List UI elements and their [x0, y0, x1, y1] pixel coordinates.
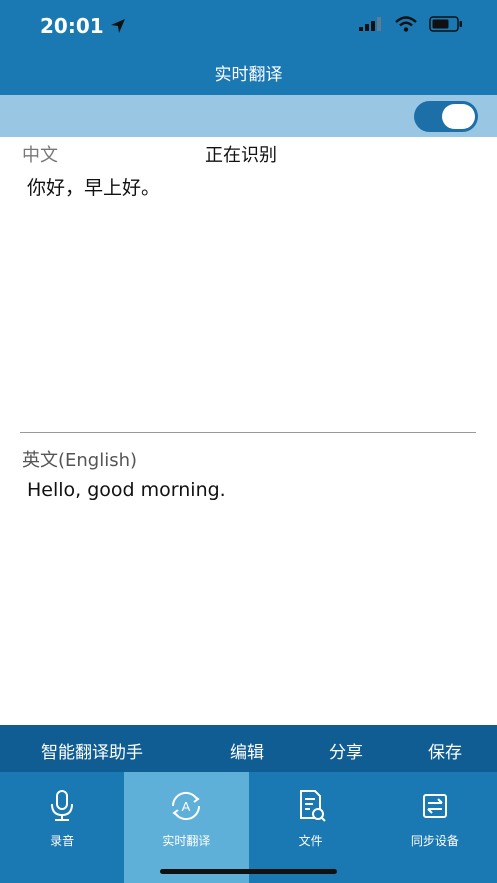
save-button[interactable]: 保存 [428, 738, 462, 763]
source-text: 你好，早上好。 [27, 177, 161, 199]
tab-record[interactable]: 录音 [0, 772, 124, 883]
toggle-knob [442, 104, 475, 129]
translated-text: Hello, good morning. [27, 479, 226, 501]
recognition-status: 正在识别 [205, 145, 277, 166]
tab-bar: 录音 A 实时翻译 文件 同步设备 [0, 772, 497, 883]
location-arrow-icon [110, 19, 125, 33]
tab-realtime-translate[interactable]: A 实时翻译 [124, 772, 249, 883]
page-title: 实时翻译 [214, 65, 283, 85]
battery-icon [429, 16, 462, 32]
tab-files[interactable]: 文件 [249, 772, 373, 883]
signal-icon [359, 17, 381, 31]
microphone-icon [51, 790, 74, 821]
toggle-bar [0, 95, 497, 137]
home-indicator [160, 869, 337, 874]
share-button[interactable]: 分享 [329, 738, 363, 763]
file-search-icon [299, 790, 326, 822]
status-indicators [359, 16, 463, 32]
divider [20, 432, 476, 433]
tab-label: 录音 [50, 834, 75, 848]
status-time: 20:01 [40, 14, 126, 38]
action-bar: 智能翻译助手 编辑 分享 保存 [0, 725, 497, 772]
tab-sync-device[interactable]: 同步设备 [373, 772, 497, 883]
clock: 20:01 [40, 14, 104, 38]
target-language-label[interactable]: 英文(English) [22, 446, 137, 472]
realtime-toggle[interactable] [414, 101, 478, 132]
sync-icon [422, 794, 447, 818]
tab-label: 同步设备 [410, 834, 459, 848]
header: 20:01 实时翻译 [0, 0, 497, 95]
wifi-icon [395, 16, 417, 32]
realtime-translate-icon: A [172, 791, 201, 821]
edit-button[interactable]: 编辑 [230, 738, 264, 763]
tab-label: 实时翻译 [162, 834, 211, 848]
source-language-label[interactable]: 中文 [22, 141, 58, 167]
svg-text:A: A [182, 799, 191, 814]
tab-label: 文件 [298, 834, 323, 848]
assistant-button[interactable]: 智能翻译助手 [41, 738, 143, 763]
